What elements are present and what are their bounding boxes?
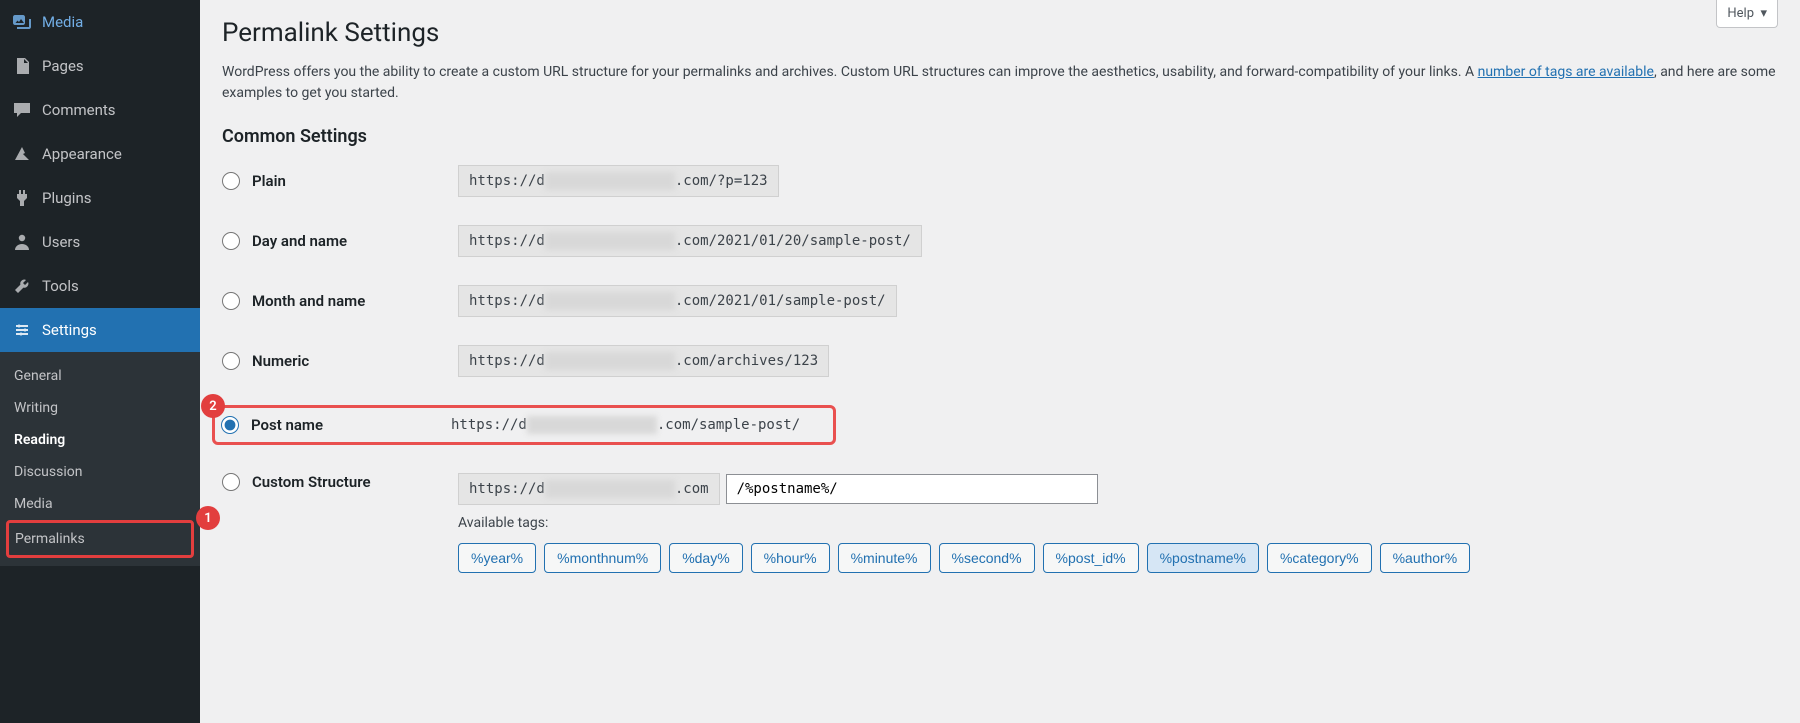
option-label[interactable]: Plain	[222, 172, 458, 190]
tag-year[interactable]: %year%	[458, 543, 536, 573]
settings-icon	[12, 320, 32, 340]
chevron-down-icon: ▾	[1757, 6, 1767, 21]
submenu-reading[interactable]: Reading	[0, 424, 200, 456]
submenu-media[interactable]: Media	[0, 488, 200, 520]
sidebar-item-label: Appearance	[42, 145, 122, 163]
radio-numeric[interactable]	[222, 352, 240, 370]
page-description: WordPress offers you the ability to crea…	[222, 62, 1778, 104]
option-row-numeric: Numeric https://d.com/archives/123	[222, 345, 1778, 377]
submenu-discussion[interactable]: Discussion	[0, 456, 200, 488]
sidebar-item-tools[interactable]: Tools	[0, 264, 200, 308]
settings-submenu: General Writing Reading Discussion Media…	[0, 352, 200, 566]
sidebar-item-label: Tools	[42, 277, 79, 295]
help-tab[interactable]: Help ▾	[1716, 0, 1778, 28]
sidebar-item-users[interactable]: Users	[0, 220, 200, 264]
tag-buttons-row: %year% %monthnum% %day% %hour% %minute% …	[458, 543, 1470, 573]
radio-monthname[interactable]	[222, 292, 240, 310]
sidebar-item-media[interactable]: Media	[0, 0, 200, 44]
sidebar-item-label: Settings	[42, 321, 97, 339]
tag-postid[interactable]: %post_id%	[1043, 543, 1139, 573]
tag-category[interactable]: %category%	[1267, 543, 1372, 573]
option-row-postname: 2 Post name https://d.com/sample-post/	[212, 405, 836, 445]
custom-structure-input[interactable]	[726, 474, 1098, 504]
available-tags-label: Available tags:	[458, 515, 1470, 531]
sidebar-item-label: Users	[42, 233, 80, 251]
tag-author[interactable]: %author%	[1380, 543, 1471, 573]
option-example: https://d.com/2021/01/20/sample-post/	[458, 225, 922, 257]
main-content: Help ▾ Permalink Settings WordPress offe…	[200, 0, 1800, 723]
sidebar-item-label: Pages	[42, 57, 84, 75]
tag-hour[interactable]: %hour%	[751, 543, 830, 573]
option-label[interactable]: Post name	[221, 416, 451, 434]
submenu-writing[interactable]: Writing	[0, 392, 200, 424]
tag-minute[interactable]: %minute%	[838, 543, 931, 573]
section-heading: Common Settings	[222, 126, 1778, 147]
sidebar-item-settings[interactable]: Settings	[0, 308, 200, 352]
sidebar-item-plugins[interactable]: Plugins	[0, 176, 200, 220]
option-label[interactable]: Custom Structure	[222, 473, 458, 491]
sidebar-item-pages[interactable]: Pages	[0, 44, 200, 88]
radio-plain[interactable]	[222, 172, 240, 190]
admin-sidebar: Media Pages Comments Appearance Plugins	[0, 0, 200, 723]
option-example: https://d.com/?p=123	[458, 165, 779, 197]
option-example: https://d.com	[458, 473, 1470, 505]
option-example: https://d.com/sample-post/	[451, 416, 800, 434]
comments-icon	[12, 100, 32, 120]
tag-day[interactable]: %day%	[669, 543, 742, 573]
sidebar-item-label: Comments	[42, 101, 116, 119]
sidebar-item-appearance[interactable]: Appearance	[0, 132, 200, 176]
option-label[interactable]: Month and name	[222, 292, 458, 310]
page-title: Permalink Settings	[222, 18, 1778, 48]
option-row-dayname: Day and name https://d.com/2021/01/20/sa…	[222, 225, 1778, 257]
sidebar-item-comments[interactable]: Comments	[0, 88, 200, 132]
appearance-icon	[12, 144, 32, 164]
option-label[interactable]: Day and name	[222, 232, 458, 250]
option-example: https://d.com/archives/123	[458, 345, 829, 377]
tags-link[interactable]: number of tags are available	[1478, 64, 1654, 80]
option-row-monthname: Month and name https://d.com/2021/01/sam…	[222, 285, 1778, 317]
annotation-badge-2: 2	[201, 394, 225, 418]
submenu-general[interactable]: General	[0, 360, 200, 392]
users-icon	[12, 232, 32, 252]
media-icon	[12, 12, 32, 32]
tag-monthnum[interactable]: %monthnum%	[544, 543, 661, 573]
pages-icon	[12, 56, 32, 76]
sidebar-item-label: Media	[42, 13, 83, 31]
sidebar-item-label: Plugins	[42, 189, 91, 207]
annotation-badge-1: 1	[196, 506, 220, 530]
submenu-permalinks[interactable]: Permalinks	[9, 523, 191, 555]
option-row-custom: Custom Structure https://d.com Available…	[222, 473, 1778, 573]
plugins-icon	[12, 188, 32, 208]
radio-custom[interactable]	[222, 473, 240, 491]
tag-second[interactable]: %second%	[939, 543, 1035, 573]
radio-postname[interactable]	[221, 416, 239, 434]
tools-icon	[12, 276, 32, 296]
option-example: https://d.com/2021/01/sample-post/	[458, 285, 897, 317]
option-row-plain: Plain https://d.com/?p=123	[222, 165, 1778, 197]
radio-dayname[interactable]	[222, 232, 240, 250]
tag-postname[interactable]: %postname%	[1147, 543, 1259, 573]
option-label[interactable]: Numeric	[222, 352, 458, 370]
